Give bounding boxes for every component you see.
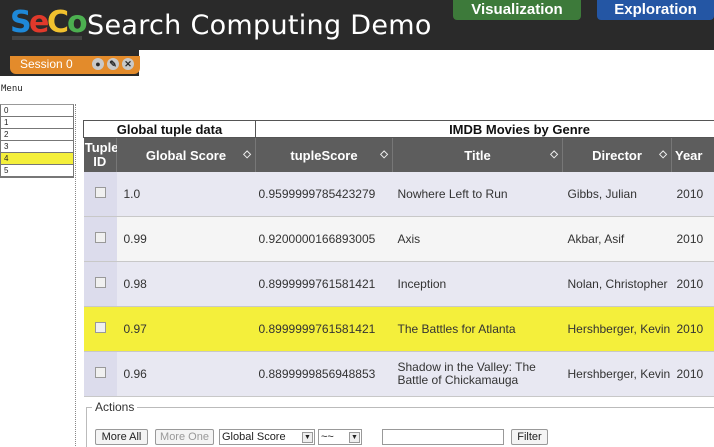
- session-tab[interactable]: Session 0 ● ✎ ✕: [10, 56, 140, 74]
- global-score-cell: 0.99: [117, 217, 256, 262]
- svg-text:S: S: [10, 5, 31, 40]
- title-cell: The Battles for Atlanta: [393, 307, 563, 352]
- col-header-global-score[interactable]: Global Score ◇: [117, 138, 256, 173]
- director-cell: Akbar, Asif: [563, 217, 672, 262]
- menu-list: 0 1 2 3 4 5: [0, 104, 74, 178]
- info-icon[interactable]: ●: [92, 58, 104, 70]
- title-cell: Shadow in the Valley: The Battle of Chic…: [393, 352, 563, 397]
- col-header-tuple-id: Tuple ID: [84, 138, 117, 173]
- session-label: Session 0: [20, 57, 73, 71]
- tuple-score-cell: 0.8899999856948853: [256, 352, 393, 397]
- year-cell: 2010: [672, 307, 714, 352]
- sort-field-value: Global Score: [222, 431, 286, 443]
- director-cell: Hershberger, Kevin: [563, 352, 672, 397]
- operator-select[interactable]: ~~ ▼: [318, 429, 362, 445]
- table-row-highlighted[interactable]: 0.97 0.8999999761581421 The Battles for …: [84, 307, 714, 352]
- global-score-cell: 1.0: [117, 172, 256, 217]
- director-cell: Gibbs, Julian: [563, 172, 672, 217]
- row-checkbox[interactable]: [95, 322, 106, 333]
- menu-item-1[interactable]: 1: [1, 117, 73, 129]
- table-row[interactable]: 1.0 0.9599999785423279 Nowhere Left to R…: [84, 172, 714, 217]
- tab-visualization[interactable]: Visualization: [453, 0, 581, 20]
- svg-text:o: o: [67, 5, 87, 40]
- chevron-down-icon: ▼: [349, 432, 360, 443]
- tuple-score-cell: 0.9200000166893005: [256, 217, 393, 262]
- sort-icon[interactable]: ◇: [659, 149, 667, 160]
- sort-field-select[interactable]: Global Score ▼: [219, 429, 315, 445]
- menu-label: Menu: [1, 84, 23, 94]
- year-cell: 2010: [672, 262, 714, 307]
- row-checkbox-cell: [84, 352, 117, 397]
- table-row[interactable]: 0.99 0.9200000166893005 Axis Akbar, Asif…: [84, 217, 714, 262]
- year-cell: 2010: [672, 172, 714, 217]
- more-all-button[interactable]: More All: [95, 429, 148, 445]
- row-checkbox-cell: [84, 262, 117, 307]
- col-header-title[interactable]: Title ◇: [393, 138, 563, 173]
- app-title: Search Computing Demo: [87, 10, 432, 41]
- group-header-imdb: IMDB Movies by Genre: [256, 121, 714, 138]
- col-label: Global Score: [146, 148, 226, 163]
- tuple-score-cell: 0.8999999761581421: [256, 262, 393, 307]
- row-checkbox-cell: [84, 307, 117, 352]
- year-cell: 2010: [672, 352, 714, 397]
- menu-item-2[interactable]: 2: [1, 129, 73, 141]
- row-checkbox[interactable]: [95, 367, 106, 378]
- menu-item-3[interactable]: 3: [1, 141, 73, 153]
- menu-item-5[interactable]: 5: [1, 165, 73, 177]
- actions-legend: Actions: [92, 400, 137, 414]
- col-header-director[interactable]: Director ◇: [563, 138, 672, 173]
- table-row[interactable]: 0.96 0.8899999856948853 Shadow in the Va…: [84, 352, 714, 397]
- row-checkbox[interactable]: [95, 232, 106, 243]
- title-cell: Nowhere Left to Run: [393, 172, 563, 217]
- row-checkbox[interactable]: [95, 277, 106, 288]
- filter-button[interactable]: Filter: [511, 429, 548, 445]
- row-checkbox-cell: [84, 172, 117, 217]
- col-label: tupleScore: [290, 148, 357, 163]
- col-label: Year: [675, 148, 702, 163]
- global-score-cell: 0.96: [117, 352, 256, 397]
- seco-logo: S e C o: [10, 5, 88, 43]
- filter-input[interactable]: [382, 429, 504, 445]
- results-table: Global tuple data IMDB Movies by Genre T…: [83, 120, 714, 397]
- results-table-container[interactable]: Global tuple data IMDB Movies by Genre T…: [83, 120, 714, 406]
- tuple-score-cell: 0.9599999785423279: [256, 172, 393, 217]
- menu-item-4[interactable]: 4: [1, 153, 73, 165]
- panel-divider: [75, 104, 76, 446]
- tuple-score-cell: 0.8999999761581421: [256, 307, 393, 352]
- director-cell: Hershberger, Kevin: [563, 307, 672, 352]
- sort-icon[interactable]: ◇: [380, 149, 388, 160]
- director-cell: Nolan, Christopher: [563, 262, 672, 307]
- col-header-tuple-score[interactable]: tupleScore ◇: [256, 138, 393, 173]
- global-score-cell: 0.98: [117, 262, 256, 307]
- title-cell: Axis: [393, 217, 563, 262]
- col-label: Tuple ID: [85, 141, 115, 169]
- svg-text:C: C: [47, 5, 68, 40]
- chevron-down-icon: ▼: [302, 432, 313, 443]
- edit-icon[interactable]: ✎: [107, 58, 119, 70]
- row-checkbox-cell: [84, 217, 117, 262]
- row-checkbox[interactable]: [95, 187, 106, 198]
- sort-icon[interactable]: ◇: [550, 149, 558, 160]
- year-cell: 2010: [672, 217, 714, 262]
- sort-icon[interactable]: ◇: [243, 149, 251, 160]
- tab-exploration[interactable]: Exploration: [597, 0, 714, 20]
- more-one-button[interactable]: More One: [155, 429, 214, 445]
- menu-item-0[interactable]: 0: [1, 105, 73, 117]
- operator-value: ~~: [321, 431, 334, 443]
- col-label: Title: [464, 148, 491, 163]
- svg-text:e: e: [29, 5, 48, 40]
- col-header-year[interactable]: Year: [672, 138, 714, 173]
- table-row[interactable]: 0.98 0.8999999761581421 Inception Nolan,…: [84, 262, 714, 307]
- close-icon[interactable]: ✕: [122, 58, 134, 70]
- title-cell: Inception: [393, 262, 563, 307]
- group-header-global: Global tuple data: [84, 121, 256, 138]
- global-score-cell: 0.97: [117, 307, 256, 352]
- col-label: Director: [592, 148, 642, 163]
